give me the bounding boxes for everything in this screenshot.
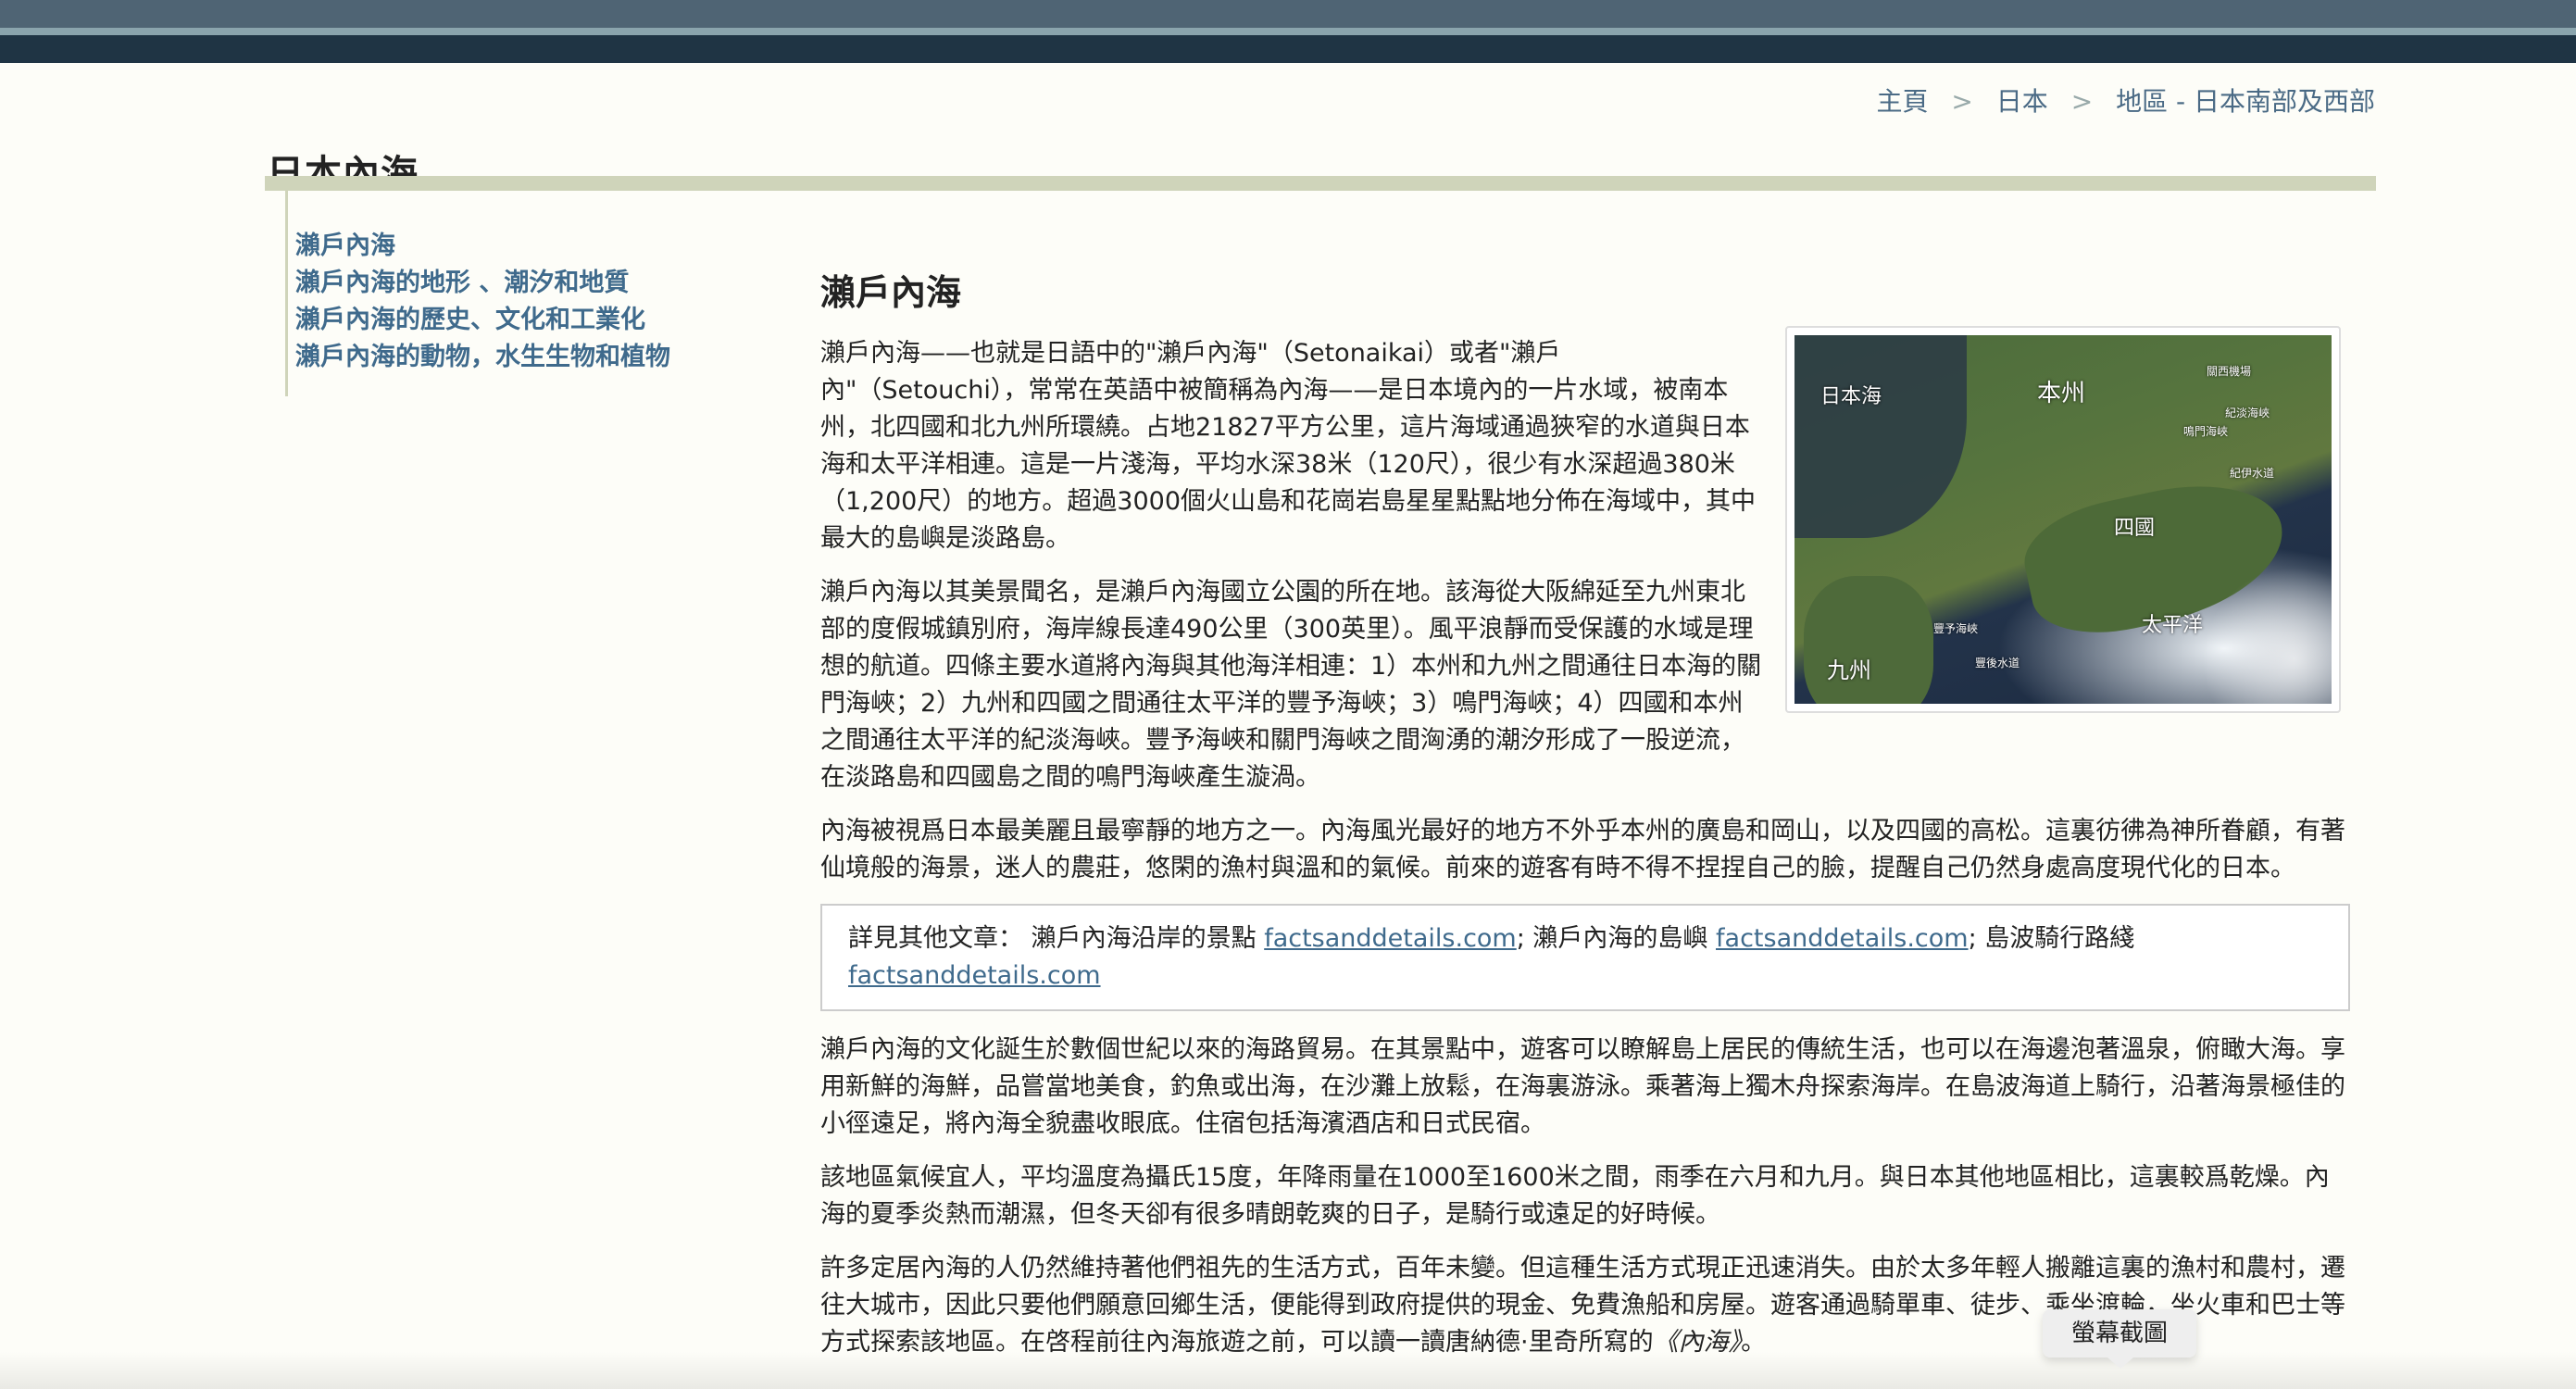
breadcrumb-japan-link[interactable]: 日本 xyxy=(1996,86,2048,117)
header-stripe xyxy=(0,28,2576,35)
bottom-fade xyxy=(0,1352,2576,1389)
article-paragraph: 該地區氣候宜人，平均溫度為攝氏15度，年降雨量在1000至1600米之間，雨季在… xyxy=(820,1163,2330,1229)
breadcrumb-separator: > xyxy=(1951,86,1973,117)
article-paragraph: 瀨戶內海以其美景聞名，是瀨戶內海國立公園的所在地。該海從大阪綿延至九州東北部的度… xyxy=(820,578,1762,792)
breadcrumb-region-link[interactable]: 地區 - 日本南部及西部 xyxy=(2116,86,2375,117)
sidebar-item-geography[interactable]: 瀨戶內海的地形 、潮汐和地質 xyxy=(295,265,712,302)
article-paragraph: 瀨戶內海——也就是日語中的"瀨戶內海"（Setonaikai）或者"瀨戶內"（S… xyxy=(820,339,1757,553)
see-also-box: 詳見其他文章： 瀨戶內海沿岸的景點 factsanddetails.com; 瀨… xyxy=(820,904,2350,1011)
main-article: 瀨戶內海 瀨戶內海——也就是日語中的"瀨戶內海"（Setonaikai）或者"瀨… xyxy=(820,264,2350,1378)
breadcrumb: 主頁 > 日本 > 地區 - 日本南部及西部 xyxy=(1877,81,2376,119)
section-title: 瀨戶內海 xyxy=(820,272,962,313)
sidebar-item-wildlife[interactable]: 瀨戶內海的動物，水生生物和植物 xyxy=(295,339,712,376)
see-also-text: ; 瀨戶內海的島嶼 xyxy=(1516,924,1708,953)
see-also-link-1[interactable]: factsanddetails.com xyxy=(1264,924,1517,953)
title-divider xyxy=(265,176,2376,191)
see-also-link-2[interactable]: factsanddetails.com xyxy=(1716,924,1969,953)
see-also-link-3[interactable]: factsanddetails.com xyxy=(848,961,1101,990)
sidebar-item-seto-inland-sea[interactable]: 瀨戶內海 xyxy=(295,228,712,265)
see-also-prefix: 詳見其他文章： 瀨戶內海沿岸的景點 xyxy=(848,924,1257,953)
screenshot-tooltip: 螢幕截圖 xyxy=(2043,1309,2196,1369)
see-also-text: ; 島波騎行路綫 xyxy=(1968,924,2135,953)
header-band-top xyxy=(0,0,2576,28)
breadcrumb-separator: > xyxy=(2070,86,2094,117)
breadcrumb-home-link[interactable]: 主頁 xyxy=(1877,86,1929,117)
sidebar-item-history[interactable]: 瀨戶內海的歷史、文化和工業化 xyxy=(295,302,712,339)
site-header-bar xyxy=(0,0,2576,63)
article-paragraph: 瀨戶內海的文化誕生於數個世紀以來的海路貿易。在其景點中，遊客可以瞭解島上居民的傳… xyxy=(820,1035,2345,1138)
sidebar-nav: 瀨戶內海 瀨戶內海的地形 、潮汐和地質 瀨戶內海的歷史、文化和工業化 瀨戶內海的… xyxy=(285,191,712,396)
article-paragraph: 內海被視爲日本最美麗且最寧靜的地方之一。內海風光最好的地方不外乎本州的廣島和岡山… xyxy=(820,817,2345,882)
header-band-bottom xyxy=(0,35,2576,63)
